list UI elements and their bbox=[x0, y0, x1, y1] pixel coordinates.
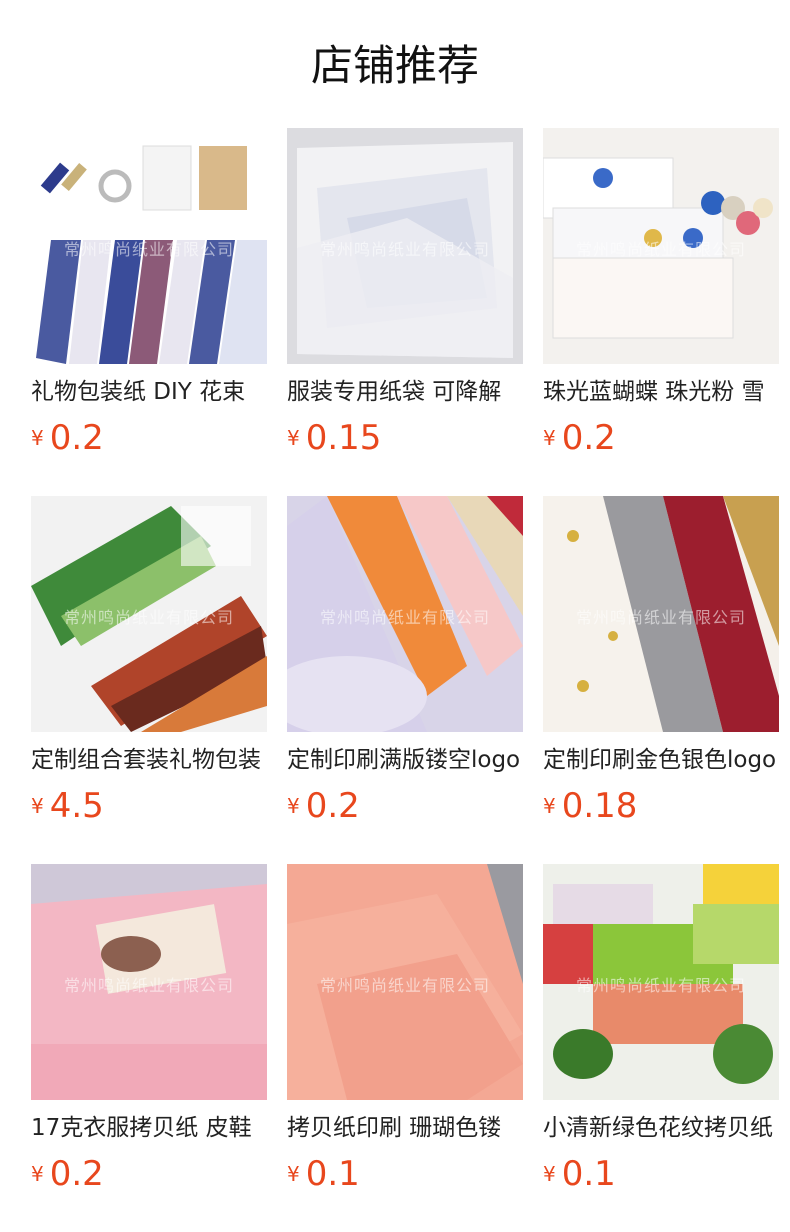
product-card[interactable]: 常州鸣尚纸业有限公司 定制印刷金色银色logo ¥0.18 bbox=[543, 496, 779, 826]
product-image[interactable]: 常州鸣尚纸业有限公司 bbox=[543, 496, 779, 732]
currency-symbol: ¥ bbox=[31, 426, 44, 450]
product-card[interactable]: 常州鸣尚纸业有限公司 定制组合套装礼物包装 ¥4.5 bbox=[31, 496, 267, 826]
product-price: ¥0.1 bbox=[287, 1152, 523, 1196]
watermark-text: 常州鸣尚纸业有限公司 bbox=[575, 608, 746, 627]
price-value: 0.2 bbox=[49, 418, 104, 458]
currency-symbol: ¥ bbox=[31, 1162, 44, 1186]
price-value: 0.15 bbox=[305, 418, 382, 458]
currency-symbol: ¥ bbox=[31, 794, 44, 818]
product-price: ¥0.18 bbox=[543, 784, 779, 828]
product-image[interactable]: 常州鸣尚纸业有限公司 bbox=[543, 128, 779, 364]
price-value: 0.1 bbox=[305, 1154, 360, 1194]
product-image[interactable]: 常州鸣尚纸业有限公司 bbox=[287, 864, 523, 1100]
product-name[interactable]: 小清新绿色花纹拷贝纸 bbox=[543, 1112, 779, 1144]
product-name[interactable]: 珠光蓝蝴蝶 珠光粉 雪 bbox=[543, 376, 779, 408]
product-price: ¥0.2 bbox=[287, 784, 523, 828]
section-title: 店铺推荐 bbox=[310, 41, 479, 90]
price-value: 4.5 bbox=[49, 786, 104, 826]
watermark-text: 常州鸣尚纸业有限公司 bbox=[319, 608, 490, 627]
product-card[interactable]: 常州鸣尚纸业有限公司 定制印刷满版镂空logo ¥0.2 bbox=[287, 496, 523, 826]
watermark-text: 常州鸣尚纸业有限公司 bbox=[319, 240, 490, 259]
product-card[interactable]: 常州鸣尚纸业有限公司 礼物包装纸 DIY 花束 ¥0.2 bbox=[31, 128, 267, 458]
store-recommendations-page: 店铺推荐 常州鸣尚纸业有限公司 礼物包装纸 DIY 花束 ¥ 0.2 常州鸣尚纸… bbox=[0, 0, 790, 1232]
product-image[interactable]: 常州鸣尚纸业有限公司 bbox=[287, 496, 523, 732]
product-image[interactable]: 常州鸣尚纸业有限公司 bbox=[31, 864, 267, 1100]
product-name[interactable]: 礼物包装纸 DIY 花束 bbox=[31, 376, 267, 408]
product-image[interactable]: 常州鸣尚纸业有限公司 bbox=[31, 496, 267, 732]
currency-symbol: ¥ bbox=[287, 426, 300, 450]
product-card[interactable]: 常州鸣尚纸业有限公司 小清新绿色花纹拷贝纸 ¥0.1 bbox=[543, 864, 779, 1194]
currency-symbol: ¥ bbox=[287, 794, 300, 818]
price-value: 0.2 bbox=[561, 418, 616, 458]
product-name[interactable]: 17克衣服拷贝纸 皮鞋 bbox=[31, 1112, 267, 1144]
product-card[interactable]: 常州鸣尚纸业有限公司 珠光蓝蝴蝶 珠光粉 雪 ¥0.2 bbox=[543, 128, 779, 458]
watermark-text: 常州鸣尚纸业有限公司 bbox=[63, 976, 234, 995]
product-price: ¥4.5 bbox=[31, 784, 267, 828]
price-value: 0.18 bbox=[561, 786, 638, 826]
currency-symbol: ¥ bbox=[287, 1162, 300, 1186]
product-price: ¥0.2 bbox=[543, 416, 779, 460]
product-name[interactable]: 服装专用纸袋 可降解 bbox=[287, 376, 523, 408]
product-price: ¥0.15 bbox=[287, 416, 523, 460]
product-name[interactable]: 拷贝纸印刷 珊瑚色镂 bbox=[287, 1112, 523, 1144]
product-price: ¥0.1 bbox=[543, 1152, 779, 1196]
product-grid: 常州鸣尚纸业有限公司 礼物包装纸 DIY 花束 ¥0.2 常州鸣尚纸业有限公司 … bbox=[31, 128, 779, 1194]
product-name[interactable]: 定制印刷金色银色logo bbox=[543, 744, 779, 776]
price-value: 0.2 bbox=[49, 1154, 104, 1194]
watermark-text: 常州鸣尚纸业有限公司 bbox=[63, 608, 234, 627]
product-image[interactable]: 常州鸣尚纸业有限公司 bbox=[543, 864, 779, 1100]
watermark-text: 常州鸣尚纸业有限公司 bbox=[575, 240, 746, 259]
product-card[interactable]: 常州鸣尚纸业有限公司 17克衣服拷贝纸 皮鞋 ¥0.2 bbox=[31, 864, 267, 1194]
currency-symbol: ¥ bbox=[543, 426, 556, 450]
watermark-text: 常州鸣尚纸业有限公司 bbox=[319, 976, 490, 995]
product-price: ¥0.2 bbox=[31, 416, 267, 460]
product-name[interactable]: 定制印刷满版镂空logo bbox=[287, 744, 523, 776]
currency-symbol: ¥ bbox=[543, 794, 556, 818]
price-value: 0.2 bbox=[305, 786, 360, 826]
product-card[interactable]: 常州鸣尚纸业有限公司 服装专用纸袋 可降解 ¥0.15 bbox=[287, 128, 523, 458]
product-name[interactable]: 定制组合套装礼物包装 bbox=[31, 744, 267, 776]
watermark-text: 常州鸣尚纸业有限公司 bbox=[63, 240, 234, 259]
price-value: 0.1 bbox=[561, 1154, 616, 1194]
product-image[interactable]: 常州鸣尚纸业有限公司 bbox=[31, 128, 267, 364]
product-image[interactable]: 常州鸣尚纸业有限公司 bbox=[287, 128, 523, 364]
currency-symbol: ¥ bbox=[543, 1162, 556, 1186]
product-card[interactable]: 常州鸣尚纸业有限公司 拷贝纸印刷 珊瑚色镂 ¥0.1 bbox=[287, 864, 523, 1194]
product-price: ¥0.2 bbox=[31, 1152, 267, 1196]
watermark-text: 常州鸣尚纸业有限公司 bbox=[575, 976, 746, 995]
